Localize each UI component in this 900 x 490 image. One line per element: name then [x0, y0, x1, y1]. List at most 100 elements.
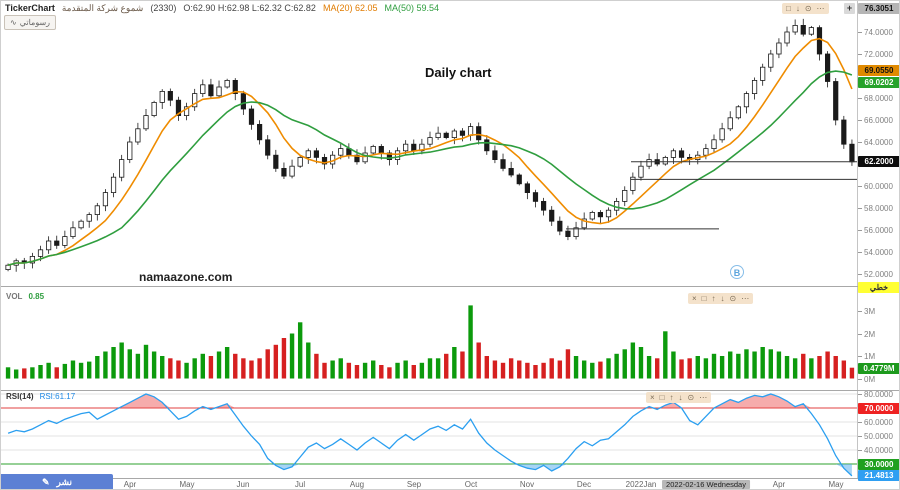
- volume-bar: [266, 349, 270, 378]
- month-label: Dec: [577, 480, 591, 489]
- plus-icon[interactable]: +: [844, 3, 855, 14]
- candle: [655, 153, 659, 166]
- axis-tick-label: 60.0000: [858, 418, 893, 427]
- candle: [663, 156, 667, 166]
- candle: [817, 25, 821, 60]
- volume-bar: [192, 358, 196, 378]
- volume-bar: [769, 349, 773, 378]
- axis-tick-label: 54.0000: [858, 248, 893, 257]
- candle: [842, 116, 846, 149]
- candle: [160, 89, 164, 109]
- candle: [136, 123, 140, 145]
- candle: [168, 89, 172, 107]
- volume-bar: [225, 347, 229, 379]
- volume-bar: [614, 354, 618, 379]
- app-title: TickerChart: [5, 3, 55, 13]
- rsi-overbought-fill: [8, 394, 852, 408]
- volume-bar: [339, 358, 343, 378]
- candle: [712, 134, 716, 152]
- close-icon[interactable]: ×: [692, 294, 697, 303]
- b-badge-icon[interactable]: B: [730, 265, 744, 279]
- my-drawings-button[interactable]: ∿ رسوماتي: [4, 15, 56, 30]
- month-label: Oct: [465, 480, 477, 489]
- candle: [452, 129, 456, 144]
- axis-tick-label: 2M: [858, 330, 875, 339]
- move-down-icon[interactable]: ↓: [796, 4, 800, 13]
- volume-panel-toolbar: × □ ↑ ↓ ⊙ ⋯: [688, 293, 753, 304]
- daily-chart-annotation: Daily chart: [425, 65, 491, 80]
- candle: [103, 189, 107, 211]
- volume-bar: [655, 358, 659, 378]
- candle: [209, 79, 213, 99]
- volume-bar: [760, 347, 764, 379]
- volume-bar: [209, 356, 213, 379]
- volume-bar: [136, 354, 140, 379]
- volume-bar: [420, 363, 424, 379]
- close-icon[interactable]: ×: [650, 393, 655, 402]
- volume-bar: [533, 365, 537, 379]
- month-label: Nov: [520, 480, 534, 489]
- window-icon[interactable]: □: [702, 294, 707, 303]
- clock-icon[interactable]: ⊙: [730, 294, 737, 303]
- rsi-panel-toolbar: × □ ↑ ↓ ⊙ ⋯: [646, 392, 711, 403]
- volume-bar: [663, 331, 667, 378]
- high-price-chip: 76.3051: [858, 3, 900, 14]
- candle: [55, 236, 59, 249]
- candle: [444, 132, 448, 140]
- axis-tick-label: 56.0000: [858, 226, 893, 235]
- publish-button[interactable]: ✎ نشر: [1, 474, 113, 490]
- move-down-icon[interactable]: ↓: [721, 294, 725, 303]
- volume-bar: [395, 363, 399, 379]
- clock-icon[interactable]: ⊙: [688, 393, 695, 402]
- move-down-icon[interactable]: ↓: [679, 393, 683, 402]
- volume-bar: [493, 361, 497, 379]
- volume-bar: [744, 349, 748, 378]
- more-icon[interactable]: ⋯: [817, 4, 825, 13]
- candle: [550, 206, 554, 226]
- panel-separator[interactable]: [1, 390, 900, 391]
- move-up-icon[interactable]: ↑: [712, 294, 716, 303]
- rsi-overbought-chip: 70.0000: [858, 403, 900, 414]
- candle: [128, 137, 132, 163]
- rsi-label: RSI(14): [6, 392, 34, 401]
- candle: [566, 226, 570, 240]
- volume-bar: [119, 343, 123, 379]
- my-drawings-label: رسوماتي: [20, 18, 50, 27]
- candle: [249, 106, 253, 130]
- axis-tick-label: 68.0000: [858, 94, 893, 103]
- price-chart[interactable]: [1, 1, 858, 287]
- candle: [233, 78, 237, 100]
- volume-bar: [631, 343, 635, 379]
- time-axis[interactable]: MarAprMayJunJulAugSepOctNovDec2022Jan202…: [1, 479, 858, 490]
- volume-bar: [322, 363, 326, 379]
- tickerchart-window: TickerChart شموع شركة المتقدمة (2330) O:…: [0, 0, 900, 490]
- candle: [371, 145, 375, 155]
- publish-label: نشر: [57, 477, 73, 488]
- scale-type-chip[interactable]: خطي: [858, 282, 900, 293]
- volume-bar: [87, 362, 91, 379]
- candle: [257, 120, 261, 144]
- ohlc-values: O:62.90 H:62.98 L:62.32 C:62.82: [183, 3, 316, 13]
- volume-bar: [444, 354, 448, 379]
- more-icon[interactable]: ⋯: [741, 294, 749, 303]
- chart-header: TickerChart شموع شركة المتقدمة (2330) O:…: [5, 2, 439, 14]
- rsi-chart[interactable]: [1, 391, 858, 478]
- volume-bar: [274, 345, 278, 379]
- window-icon[interactable]: □: [660, 393, 665, 402]
- candle: [176, 97, 180, 121]
- rsi-oversold-fill: [8, 464, 852, 476]
- last-price-chip: 62.2000: [858, 156, 900, 167]
- clock-icon[interactable]: ⊙: [805, 4, 812, 13]
- month-label: Jun: [237, 480, 250, 489]
- window-icon[interactable]: □: [786, 4, 791, 13]
- more-icon[interactable]: ⋯: [699, 393, 707, 402]
- crosshair-date-label: 2022-02-16 Wednesday: [662, 480, 750, 489]
- move-up-icon[interactable]: ↑: [670, 393, 674, 402]
- month-label: 2022Jan: [626, 480, 657, 489]
- ma20-readout: MA(20) 62.05: [323, 3, 378, 13]
- volume-bar: [452, 347, 456, 379]
- panel-separator[interactable]: [1, 286, 900, 287]
- candle: [192, 89, 196, 111]
- symbol-code: (2330): [150, 3, 176, 13]
- candle: [501, 154, 505, 172]
